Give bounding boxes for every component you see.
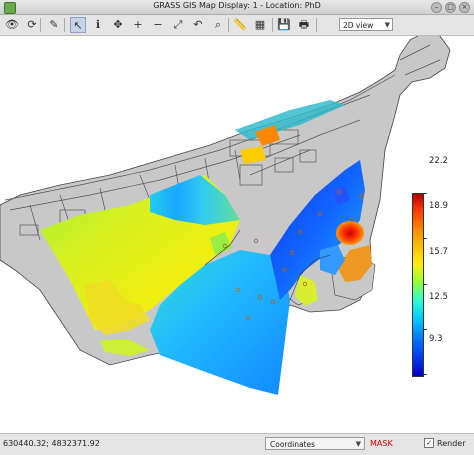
title-bar: GRASS GIS Map Display: 1 - Location: PhD… <box>0 0 474 15</box>
render-label: Render <box>437 438 466 448</box>
close-icon[interactable]: × <box>459 2 470 13</box>
display-map-icon[interactable]: 👁 <box>4 17 20 33</box>
status-bar: 630440.32; 4832371.92 Coordinates ▼ MASK… <box>0 433 474 455</box>
legend-label-max: 22.2 <box>429 156 448 166</box>
map-svg[interactable] <box>0 31 474 433</box>
render-checkbox[interactable]: ✓ Render <box>424 438 465 448</box>
render-check-icon[interactable]: ✓ <box>424 438 434 448</box>
status-mode-value: Coordinates <box>270 440 316 449</box>
toolbar-separator <box>64 18 65 32</box>
legend-tick-mark <box>423 238 427 239</box>
minimize-icon[interactable]: – <box>431 2 442 13</box>
overlay-icon[interactable]: ▦ <box>252 17 268 33</box>
view-mode-value: 2D view <box>343 21 374 30</box>
chevron-down-icon: ▼ <box>384 21 390 29</box>
analyze-icon[interactable]: 📏 <box>232 17 248 33</box>
zoom-menu-icon[interactable]: ⌕ <box>210 17 226 33</box>
legend-color-ramp <box>412 193 424 377</box>
legend-label-min: 9.3 <box>429 334 443 344</box>
zoom-in-icon[interactable]: + <box>130 17 146 33</box>
toolbar-separator <box>40 18 41 32</box>
map-display-window: GRASS GIS Map Display: 1 - Location: PhD… <box>0 0 474 455</box>
zoom-out-icon[interactable]: − <box>150 17 166 33</box>
coordinates-readout: 630440.32; 4832371.92 <box>3 439 100 448</box>
legend-tick-mark <box>423 284 427 285</box>
legend-label: 18.9 <box>429 201 448 211</box>
toolbar-separator <box>272 18 273 32</box>
legend-label: 12.5 <box>429 292 448 302</box>
legend-tick-mark <box>423 374 427 375</box>
render-map-icon[interactable]: ⟳ <box>24 17 40 33</box>
status-mode-select[interactable]: Coordinates ▼ <box>265 437 365 450</box>
map-canvas[interactable]: 22.2 18.9 15.7 12.5 9.3 <box>0 31 474 433</box>
chevron-down-icon: ▼ <box>355 440 361 448</box>
legend-tick-mark <box>423 193 427 194</box>
pointer-icon[interactable]: ↖ <box>70 17 86 33</box>
zoom-region-icon[interactable]: ⤢ <box>170 17 186 33</box>
toolbar-separator <box>228 18 229 32</box>
query-icon[interactable]: ℹ <box>90 17 106 33</box>
legend-tick-mark <box>423 329 427 330</box>
save-icon[interactable]: 💾 <box>276 17 292 33</box>
legend-label: 15.7 <box>429 247 448 257</box>
map-toolbar: 2D view ▼ 👁 ⟳ ✎ ↖ ℹ ✥ + − ⤢ ↶ ⌕ 📏 ▦ 💾 🖶 <box>0 15 474 36</box>
maximize-icon[interactable]: □ <box>445 2 456 13</box>
mask-indicator: MASK <box>370 439 393 448</box>
print-icon[interactable]: 🖶 <box>296 17 312 33</box>
window-title: GRASS GIS Map Display: 1 - Location: PhD <box>153 1 321 10</box>
toolbar-separator <box>316 18 317 32</box>
pan-icon[interactable]: ✥ <box>110 17 126 33</box>
view-mode-select[interactable]: 2D view ▼ <box>339 18 393 31</box>
erase-display-icon[interactable]: ✎ <box>46 17 62 33</box>
zoom-back-icon[interactable]: ↶ <box>190 17 206 33</box>
window-controls: – □ × <box>431 2 470 13</box>
